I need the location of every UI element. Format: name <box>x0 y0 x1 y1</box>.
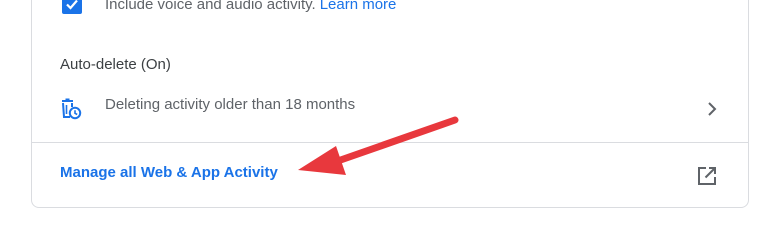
divider <box>32 142 748 143</box>
open-in-new-icon[interactable] <box>695 164 719 188</box>
autodelete-setting-row[interactable]: Deleting activity older than 18 months <box>32 85 748 133</box>
checkmark-icon <box>66 0 78 10</box>
voice-audio-label: Include voice and audio activity. <box>105 0 316 13</box>
voice-audio-checkbox[interactable] <box>62 0 82 14</box>
learn-more-link[interactable]: Learn more <box>320 0 397 13</box>
autodelete-description: Deleting activity older than 18 months <box>105 96 356 113</box>
voice-audio-setting: Include voice and audio activity. Learn … <box>62 0 396 17</box>
autodelete-title: Auto-delete (On) <box>60 56 171 73</box>
auto-delete-icon <box>62 98 82 120</box>
chevron-right-icon <box>708 102 717 116</box>
manage-activity-link[interactable]: Manage all Web & App Activity <box>60 164 278 181</box>
manage-activity-row[interactable]: Manage all Web & App Activity <box>32 150 748 200</box>
